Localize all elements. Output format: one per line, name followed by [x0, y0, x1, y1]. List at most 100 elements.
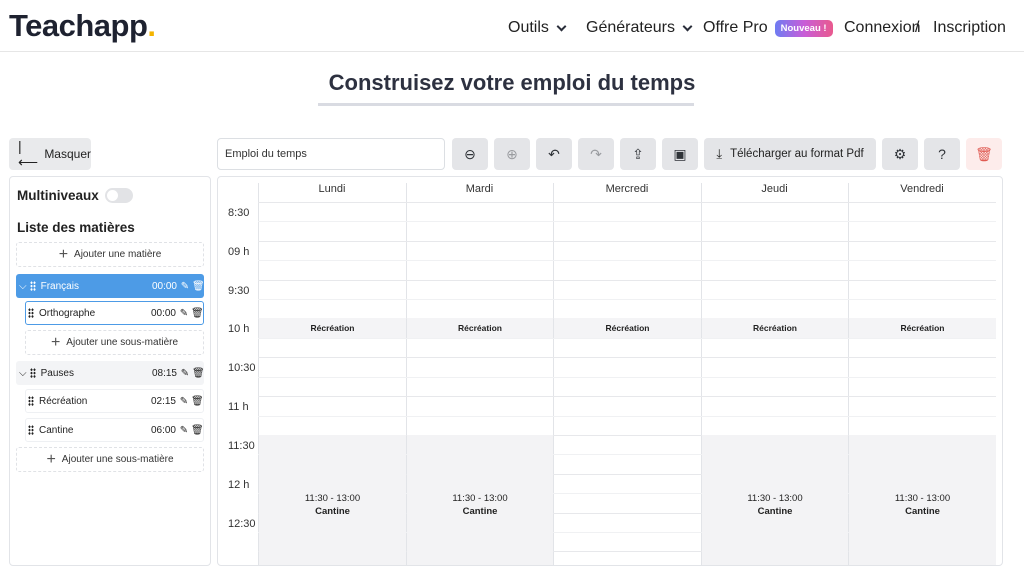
- plus-icon: +: [50, 333, 61, 351]
- subject-name: Cantine: [39, 424, 74, 436]
- drag-handle-icon[interactable]: [28, 308, 34, 318]
- delete-all-button[interactable]: 🗑: [966, 138, 1002, 170]
- nav-generateurs[interactable]: Générateurs: [586, 19, 693, 37]
- new-badge: Nouveau !: [774, 19, 833, 37]
- day-header-mardi: Mardi: [465, 183, 494, 195]
- save-button[interactable]: ▣: [662, 138, 698, 170]
- trash-icon[interactable]: 🗑: [192, 368, 205, 379]
- export-icon: ⇪: [632, 145, 644, 162]
- event-label: Cantine: [462, 506, 498, 517]
- trash-icon[interactable]: 🗑: [191, 396, 204, 407]
- page-title: Construisez votre emploi du temps: [328, 70, 696, 95]
- teachapp-logo[interactable]: Teachapp.: [9, 8, 156, 44]
- help-button[interactable]: ?: [924, 138, 960, 170]
- subject-name: Récréation: [39, 395, 88, 407]
- time-label: 10:30: [228, 362, 256, 374]
- nav-connexion-label: Connexion: [844, 19, 921, 36]
- settings-button[interactable]: ⚙: [882, 138, 918, 170]
- drag-handle-icon[interactable]: [29, 281, 36, 291]
- event-time: 11:30 - 13:00: [452, 493, 508, 504]
- collapse-left-icon: |⟵: [18, 137, 39, 170]
- nav-separator: /: [915, 19, 920, 36]
- event-cantine-vendredi[interactable]: 11:30 - 13:00 Cantine: [849, 435, 996, 565]
- add-subsubject-button[interactable]: + Ajouter une sous-matière: [25, 330, 204, 355]
- time-label: 11:30: [228, 440, 255, 452]
- download-pdf-label: Télécharger au format Pdf: [730, 148, 864, 160]
- nav-offre-pro-label: Offre Pro: [703, 19, 768, 36]
- download-icon: ⤓: [716, 146, 723, 161]
- pencil-icon[interactable]: ✎: [180, 281, 190, 292]
- export-button[interactable]: ⇪: [620, 138, 656, 170]
- drag-handle-icon[interactable]: [28, 425, 34, 435]
- event-cantine-jeudi[interactable]: 11:30 - 13:00 Cantine: [702, 435, 848, 565]
- subsubject-item-cantine[interactable]: Cantine 06:00 ✎ 🗑: [25, 418, 204, 442]
- pencil-icon[interactable]: ✎: [180, 368, 190, 379]
- nav-outils[interactable]: Outils: [508, 19, 567, 37]
- event-time: 11:30 - 13:00: [304, 493, 361, 504]
- timetable-name-input[interactable]: Emploi du temps: [217, 138, 445, 170]
- help-icon: ?: [938, 146, 946, 162]
- event-recreation-jeudi[interactable]: Récréation: [702, 318, 848, 338]
- subject-item-pauses[interactable]: ⌵ Pauses 08:15 ✎ 🗑: [16, 361, 205, 385]
- redo-icon: ↷: [590, 145, 602, 162]
- subject-list-title: Liste des matières: [17, 220, 135, 235]
- subject-panel: Multiniveaux Liste des matières + Ajoute…: [9, 176, 211, 566]
- plus-icon: +: [58, 245, 69, 263]
- subject-time: 06:00: [150, 424, 176, 436]
- event-recreation-vendredi[interactable]: Récréation: [849, 318, 996, 338]
- nav-offre-pro[interactable]: Offre Pro Nouveau !: [703, 19, 833, 37]
- time-label: 09 h: [228, 246, 250, 258]
- pencil-icon[interactable]: ✎: [179, 425, 189, 436]
- time-label: 9:30: [228, 285, 250, 297]
- subsubject-item-recreation[interactable]: Récréation 02:15 ✎ 🗑: [25, 389, 204, 413]
- subsubject-item-orthographe[interactable]: Orthographe 00:00 ✎ 🗑: [25, 301, 204, 325]
- zoom-in-button[interactable]: ⊕: [494, 138, 530, 170]
- subject-item-francais[interactable]: ⌵ Français 00:00 ✎ 🗑: [16, 274, 205, 298]
- nav-inscription[interactable]: Inscription: [933, 19, 1006, 37]
- trash-icon[interactable]: 🗑: [192, 281, 205, 292]
- zoom-in-icon: ⊕: [506, 145, 518, 162]
- time-label: 12 h: [228, 479, 250, 491]
- trash-icon[interactable]: 🗑: [191, 308, 204, 319]
- add-subject-button[interactable]: + Ajouter une matière: [16, 242, 204, 267]
- subject-time: 08:15: [151, 367, 177, 379]
- subject-time: 02:15: [150, 395, 176, 407]
- pencil-icon[interactable]: ✎: [179, 308, 189, 319]
- time-label: 12:30: [228, 518, 256, 530]
- nav-outils-label: Outils: [508, 19, 549, 36]
- zoom-out-button[interactable]: ⊖: [452, 138, 488, 170]
- nav-connexion[interactable]: Connexion: [844, 19, 921, 37]
- chevron-down-icon: [556, 21, 567, 31]
- plus-icon: +: [46, 450, 56, 468]
- hide-panel-button[interactable]: |⟵ Masquer: [9, 138, 91, 170]
- trash-icon[interactable]: 🗑: [191, 425, 204, 436]
- subject-time: 00:00: [151, 280, 177, 292]
- drag-handle-icon[interactable]: [29, 368, 36, 378]
- event-cantine-lundi[interactable]: 11:30 - 13:00 Cantine: [259, 435, 406, 565]
- time-label: 8:30: [228, 207, 250, 219]
- event-recreation-mardi[interactable]: Récréation: [407, 318, 553, 338]
- event-label: Cantine: [905, 506, 940, 517]
- redo-button[interactable]: ↷: [578, 138, 614, 170]
- multiniveaux-toggle[interactable]: [104, 188, 133, 203]
- chevron-down-icon[interactable]: ⌵: [19, 281, 27, 292]
- event-cantine-mardi[interactable]: 11:30 - 13:00 Cantine: [407, 435, 553, 565]
- event-recreation-lundi[interactable]: Récréation: [259, 318, 406, 338]
- undo-button[interactable]: ↶: [536, 138, 572, 170]
- pencil-icon[interactable]: ✎: [179, 396, 189, 407]
- add-subsubject-label: Ajouter une sous-matière: [61, 454, 174, 465]
- chevron-down-icon[interactable]: ⌵: [19, 368, 27, 379]
- subject-name: Français: [40, 280, 79, 292]
- subject-name: Pauses: [40, 367, 74, 379]
- drag-handle-icon[interactable]: [28, 396, 34, 406]
- event-recreation-mercredi[interactable]: Récréation: [554, 318, 701, 338]
- add-subsubject-button[interactable]: + Ajouter une sous-matière: [16, 447, 204, 472]
- day-header-mercredi: Mercredi: [605, 183, 649, 195]
- time-label: 11 h: [228, 401, 249, 413]
- download-pdf-button[interactable]: ⤓ Télécharger au format Pdf: [704, 138, 876, 170]
- time-label: 10 h: [228, 323, 250, 335]
- chevron-down-icon: [682, 21, 693, 31]
- event-label: Cantine: [757, 506, 793, 517]
- subject-name: Orthographe: [39, 307, 96, 319]
- day-header-lundi: Lundi: [318, 183, 346, 195]
